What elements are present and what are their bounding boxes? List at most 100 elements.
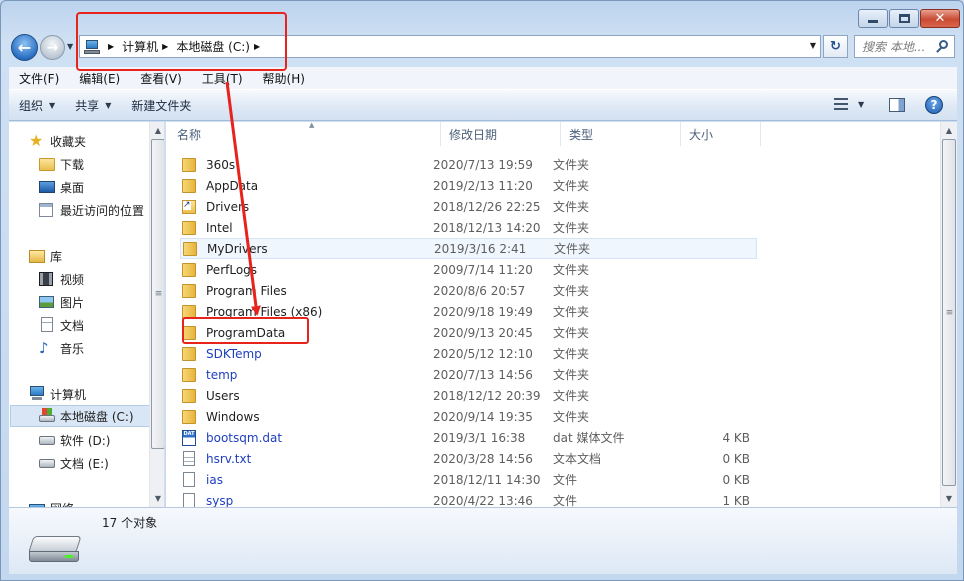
sidebar-item-libraries[interactable]: 库 [29,245,62,267]
sidebar-item-label: 库 [50,249,63,264]
file-row[interactable]: MyDrivers 2019/3/16 2:41 文件夹 [180,238,757,259]
folder-icon [180,325,198,340]
sidebar-item-label: 桌面 [60,180,85,195]
scroll-up-icon[interactable]: ▲ [150,122,164,139]
scroll-thumb[interactable]: ≡ [942,139,956,486]
file-row[interactable]: Program Files (x86) 2020/9/18 19:49 文件夹 [180,301,757,322]
sidebar-item-desktop[interactable]: 桌面 [39,176,84,198]
search-icon[interactable] [936,40,949,53]
menu-edit[interactable]: 编辑(E) [69,70,130,87]
sidebar-item-documents[interactable]: 文档 [39,314,84,336]
folder-icon [180,388,198,403]
sidebar-item-music[interactable]: ♪ 音乐 [39,337,84,359]
file-row[interactable]: AppData 2019/2/13 11:20 文件夹 [180,175,757,196]
history-dropdown-icon[interactable]: ▼ [67,42,76,52]
scroll-down-icon[interactable]: ▼ [941,490,957,507]
change-view-button[interactable]: ▼ [834,98,864,110]
folder-icon [180,409,198,424]
desktop-icon [39,179,55,195]
file-type: 文件夹 [553,179,590,193]
menu-file[interactable]: 文件(F) [9,70,69,87]
refresh-button[interactable]: ↻ [823,35,848,58]
sidebar-item-drive-c[interactable]: 本地磁盘 (C:) [10,405,150,427]
sidebar-item-label: 文档 [60,318,85,333]
scroll-thumb[interactable]: ≡ [151,139,164,449]
file-row[interactable]: ProgramData 2020/9/13 20:45 文件夹 [180,322,757,343]
column-header-type[interactable]: 类型 [561,122,681,146]
file-type: 文件夹 [553,347,590,361]
menu-help[interactable]: 帮助(H) [253,70,315,87]
sidebar-item-favorites[interactable]: ★ 收藏夹 [29,130,86,152]
search-input[interactable]: 搜索 本地... [854,35,955,58]
scroll-down-icon[interactable]: ▼ [150,490,164,507]
sidebar-item-drive-d[interactable]: 软件 (D:) [39,429,110,451]
sidebar-item-recent[interactable]: 最近访问的位置 [39,199,144,221]
file-date: 2018/12/11 14:30 [433,472,541,487]
document-icon [39,317,55,333]
address-bar[interactable]: ▶ 计算机 ▶ 本地磁盘 (C:) ▶ ▼ [79,35,821,58]
chevron-down-icon: ▼ [105,100,112,110]
file-row[interactable]: PerfLogs 2009/7/14 11:20 文件夹 [180,259,757,280]
column-header-size[interactable]: 大小 [681,122,761,146]
sidebar-scrollbar[interactable]: ▲ ≡ ▼ [149,122,164,507]
file-row[interactable]: Drivers 2018/12/26 22:25 文件夹 [180,196,757,217]
file-row[interactable]: Windows 2020/9/14 19:35 文件夹 [180,406,757,427]
breadcrumb-separator-icon[interactable]: ▶ [108,42,114,51]
sidebar-item-network[interactable]: 网络 [29,497,74,507]
file-name: Program Files [206,283,287,298]
organize-button[interactable]: 组织 ▼ [9,90,65,120]
new-folder-button[interactable]: 新建文件夹 [121,90,201,120]
file-name: temp [206,367,238,382]
sidebar-item-videos[interactable]: 视频 [39,268,84,290]
file-date: 2020/9/14 19:35 [433,409,533,424]
scroll-up-icon[interactable]: ▲ [941,122,957,139]
breadcrumb-drive-c[interactable]: 本地磁盘 (C:) [176,38,250,55]
organize-label: 组织 [19,98,44,113]
computer-icon [84,39,100,54]
help-button[interactable]: ? [925,96,943,114]
maximize-button[interactable] [889,9,919,28]
file-row[interactable]: Users 2018/12/12 20:39 文件夹 [180,385,757,406]
file-icon [180,472,198,487]
file-name: hsrv.txt [206,451,252,466]
forward-button[interactable]: → [40,35,65,60]
column-header-name[interactable]: 名称 ▲ [169,122,441,146]
close-button[interactable]: ✕ [920,9,960,28]
file-row[interactable]: Intel 2018/12/13 14:20 文件夹 [180,217,757,238]
breadcrumb-computer[interactable]: 计算机 [122,38,158,55]
file-row[interactable]: temp 2020/7/13 14:56 文件夹 [180,364,757,385]
preview-pane-button[interactable] [889,98,905,112]
sidebar-item-label: 收藏夹 [50,134,87,149]
sidebar-item-computer[interactable]: 计算机 [29,383,86,405]
sidebar-item-label: 软件 (D:) [60,433,111,448]
folder-icon [180,283,198,298]
file-list-scrollbar[interactable]: ▲ ≡ ▼ [940,122,957,507]
search-placeholder: 搜索 本地... [862,40,926,54]
breadcrumb-separator-icon[interactable]: ▶ [162,42,168,51]
minimize-button[interactable] [858,9,888,28]
file-name: Users [206,388,240,403]
sidebar-item-label: 文档 (E:) [60,456,109,471]
sidebar-item-drive-e[interactable]: 文档 (E:) [39,452,109,474]
sidebar-item-downloads[interactable]: 下载 [39,153,84,175]
file-type: 文件夹 [553,368,590,382]
address-dropdown-icon[interactable]: ▼ [810,41,816,50]
file-row[interactable]: DAT bootsqm.dat 2019/3/1 16:38 dat 媒体文件 4 KB [180,427,757,448]
sidebar-item-label: 下载 [60,157,85,172]
file-row[interactable]: sysp 2020/4/22 13:46 文件 1 KB [180,490,757,507]
sidebar-item-pictures[interactable]: 图片 [39,291,84,313]
menu-tools[interactable]: 工具(T) [192,70,253,87]
picture-icon [39,294,55,310]
file-row[interactable]: 360s 2020/7/13 19:59 文件夹 [180,154,757,175]
share-button[interactable]: 共享 ▼ [65,90,121,120]
downloads-folder-icon [39,156,55,172]
column-header-date[interactable]: 修改日期 [441,122,561,146]
file-row[interactable]: Program Files 2020/8/6 20:57 文件夹 [180,280,757,301]
file-row[interactable]: SDKTemp 2020/5/12 12:10 文件夹 [180,343,757,364]
menu-view[interactable]: 查看(V) [130,70,192,87]
back-button[interactable]: ← [11,34,38,61]
file-name: ias [206,472,223,487]
breadcrumb-separator-icon[interactable]: ▶ [254,42,260,51]
file-row[interactable]: hsrv.txt 2020/3/28 14:56 文本文档 0 KB [180,448,757,469]
file-row[interactable]: ias 2018/12/11 14:30 文件 0 KB [180,469,757,490]
